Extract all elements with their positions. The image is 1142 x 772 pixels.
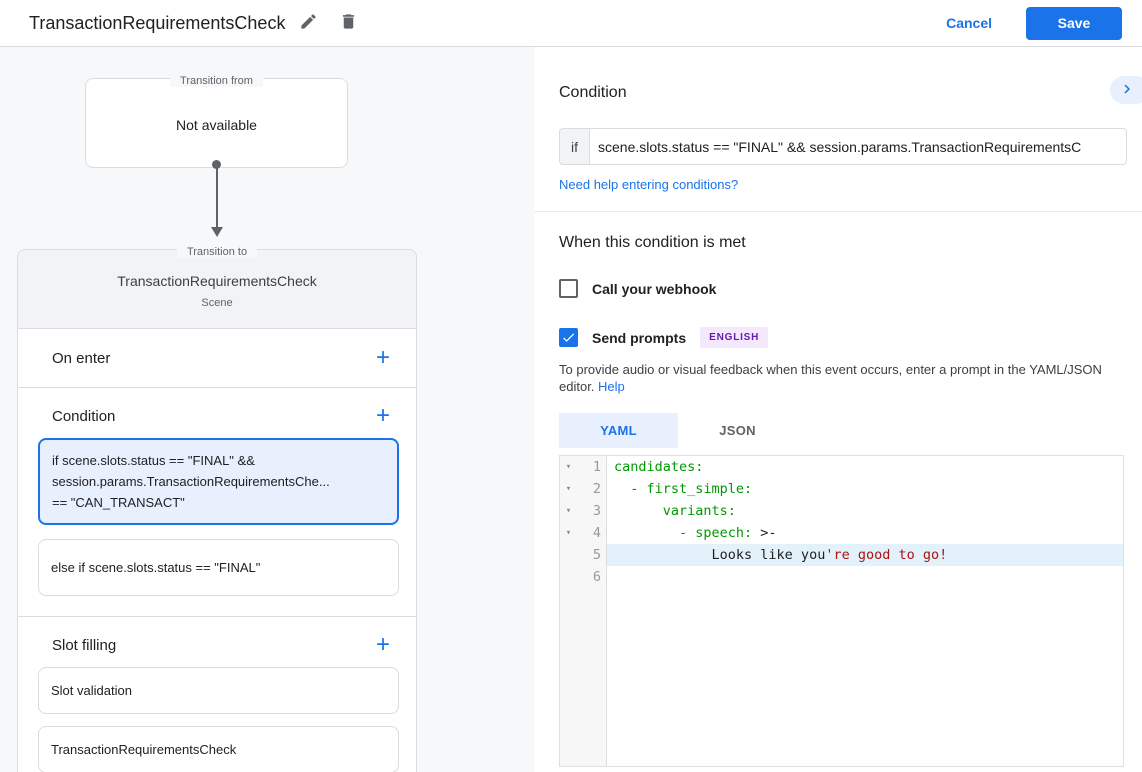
if-prefix-label: if <box>559 128 589 165</box>
slot-card-label: TransactionRequirementsCheck <box>51 742 386 757</box>
add-condition-button[interactable]: + <box>370 404 396 428</box>
transition-from-value: Not available <box>86 117 347 133</box>
code-line[interactable]: ▾3 variants: <box>560 500 1123 522</box>
delete-scene-button[interactable] <box>331 6 365 40</box>
prompt-description-text: To provide audio or visual feedback when… <box>559 362 1102 394</box>
condition-expression-input[interactable] <box>589 128 1127 165</box>
tab-yaml[interactable]: YAML <box>559 413 678 448</box>
fold-arrow-icon[interactable]: ▾ <box>560 522 577 544</box>
tab-json[interactable]: JSON <box>678 413 797 448</box>
section-on-enter: On enter + <box>18 329 416 388</box>
trash-icon <box>339 12 358 34</box>
yaml-code-editor[interactable]: ▾1candidates:▾2 - first_simple:▾3 varian… <box>559 455 1124 767</box>
prompt-description: To provide audio or visual feedback when… <box>559 361 1115 395</box>
call-webhook-checkbox[interactable] <box>559 279 578 298</box>
transition-from-box: Transition from Not available <box>85 78 348 168</box>
scene-graph-panel: Transition from Not available Transition… <box>0 47 534 772</box>
condition-line: == "CAN_TRANSACT" <box>52 492 385 513</box>
transition-connector-line <box>216 167 218 227</box>
line-number: 5 <box>577 544 607 566</box>
code-line[interactable]: 5 Looks like you're good to go! <box>560 544 1123 566</box>
scene-card: TransactionRequirementsCheck Scene On en… <box>17 249 417 772</box>
webhook-row: Call your webhook <box>559 279 1142 298</box>
scene-card-subtitle: Scene <box>18 297 416 309</box>
when-condition-met-heading: When this condition is met <box>559 194 1142 252</box>
gutter-number-column <box>577 588 607 766</box>
code-text: - speech: >- <box>607 522 1123 544</box>
scene-card-header[interactable]: TransactionRequirementsCheck Scene <box>18 250 416 329</box>
line-number: 3 <box>577 500 607 522</box>
call-webhook-label: Call your webhook <box>592 281 716 297</box>
main-split: Transition from Not available Transition… <box>0 47 1142 772</box>
condition-card-else[interactable]: else if scene.slots.status == "FINAL" <box>38 539 399 596</box>
condition-line: session.params.TransactionRequirementsCh… <box>52 471 385 492</box>
save-button[interactable]: Save <box>1026 7 1122 40</box>
condition-line: else if scene.slots.status == "FINAL" <box>51 557 386 578</box>
code-text: variants: <box>607 500 1123 522</box>
line-number: 4 <box>577 522 607 544</box>
add-on-enter-button[interactable]: + <box>370 346 396 370</box>
checkmark-icon <box>561 330 576 345</box>
condition-line: if scene.slots.status == "FINAL" && <box>52 450 385 471</box>
prompt-help-link[interactable]: Help <box>598 379 625 394</box>
slot-card-transaction-requirements[interactable]: TransactionRequirementsCheck <box>38 726 399 772</box>
code-line[interactable]: ▾4 - speech: >- <box>560 522 1123 544</box>
panel-divider <box>534 211 1142 212</box>
code-empty-area[interactable] <box>607 588 1123 766</box>
editor-filler <box>560 588 1123 766</box>
scene-card-title: TransactionRequirementsCheck <box>18 273 416 289</box>
code-lines: ▾1candidates:▾2 - first_simple:▾3 varian… <box>560 456 1123 588</box>
fold-spacer <box>560 544 577 566</box>
collapse-panel-button[interactable] <box>1110 76 1142 104</box>
language-badge: ENGLISH <box>700 327 768 348</box>
code-text: Looks like you're good to go! <box>607 544 1123 566</box>
top-bar: TransactionRequirementsCheck Cancel Save <box>0 0 1142 47</box>
transition-from-legend: Transition from <box>86 71 347 89</box>
send-prompts-row: Send prompts ENGLISH <box>559 327 1142 348</box>
code-text: candidates: <box>607 456 1123 478</box>
slot-filling-label: Slot filling <box>52 637 116 654</box>
code-line[interactable]: ▾2 - first_simple: <box>560 478 1123 500</box>
conditions-help-link[interactable]: Need help entering conditions? <box>559 177 738 192</box>
condition-heading: Condition <box>559 47 1142 102</box>
send-prompts-checkbox[interactable] <box>559 328 578 347</box>
chevron-right-icon <box>1118 80 1136 101</box>
code-text <box>607 566 1123 588</box>
slot-card-label: Slot validation <box>51 683 386 698</box>
code-line[interactable]: 6 <box>560 566 1123 588</box>
condition-expression-row: if <box>559 128 1127 165</box>
cancel-button[interactable]: Cancel <box>930 7 1008 39</box>
pencil-icon <box>299 12 318 34</box>
on-enter-label: On enter <box>52 350 110 367</box>
condition-card-selected[interactable]: if scene.slots.status == "FINAL" && sess… <box>38 438 399 525</box>
gutter-fold-column <box>560 588 577 766</box>
fold-arrow-icon[interactable]: ▾ <box>560 478 577 500</box>
transition-connector-arrow-icon <box>211 227 223 237</box>
fold-arrow-icon[interactable]: ▾ <box>560 500 577 522</box>
edit-scene-button[interactable] <box>291 6 325 40</box>
add-slot-button[interactable]: + <box>370 633 396 657</box>
line-number: 2 <box>577 478 607 500</box>
transition-to-legend: Transition to <box>17 242 417 260</box>
code-line[interactable]: ▾1candidates: <box>560 456 1123 478</box>
page-title: TransactionRequirementsCheck <box>29 13 285 34</box>
code-text: - first_simple: <box>607 478 1123 500</box>
condition-label: Condition <box>52 408 115 425</box>
send-prompts-label: Send prompts <box>592 330 686 346</box>
fold-arrow-icon[interactable]: ▾ <box>560 456 577 478</box>
line-number: 1 <box>577 456 607 478</box>
fold-spacer <box>560 566 577 588</box>
line-number: 6 <box>577 566 607 588</box>
condition-editor-panel: Condition if Need help entering conditio… <box>534 47 1142 772</box>
slot-card-validation[interactable]: Slot validation <box>38 667 399 714</box>
section-condition: Condition + if scene.slots.status == "FI… <box>18 388 416 617</box>
editor-tabs: YAML JSON <box>559 413 1142 448</box>
section-slot-filling: Slot filling + Slot validation Transacti… <box>18 617 416 772</box>
